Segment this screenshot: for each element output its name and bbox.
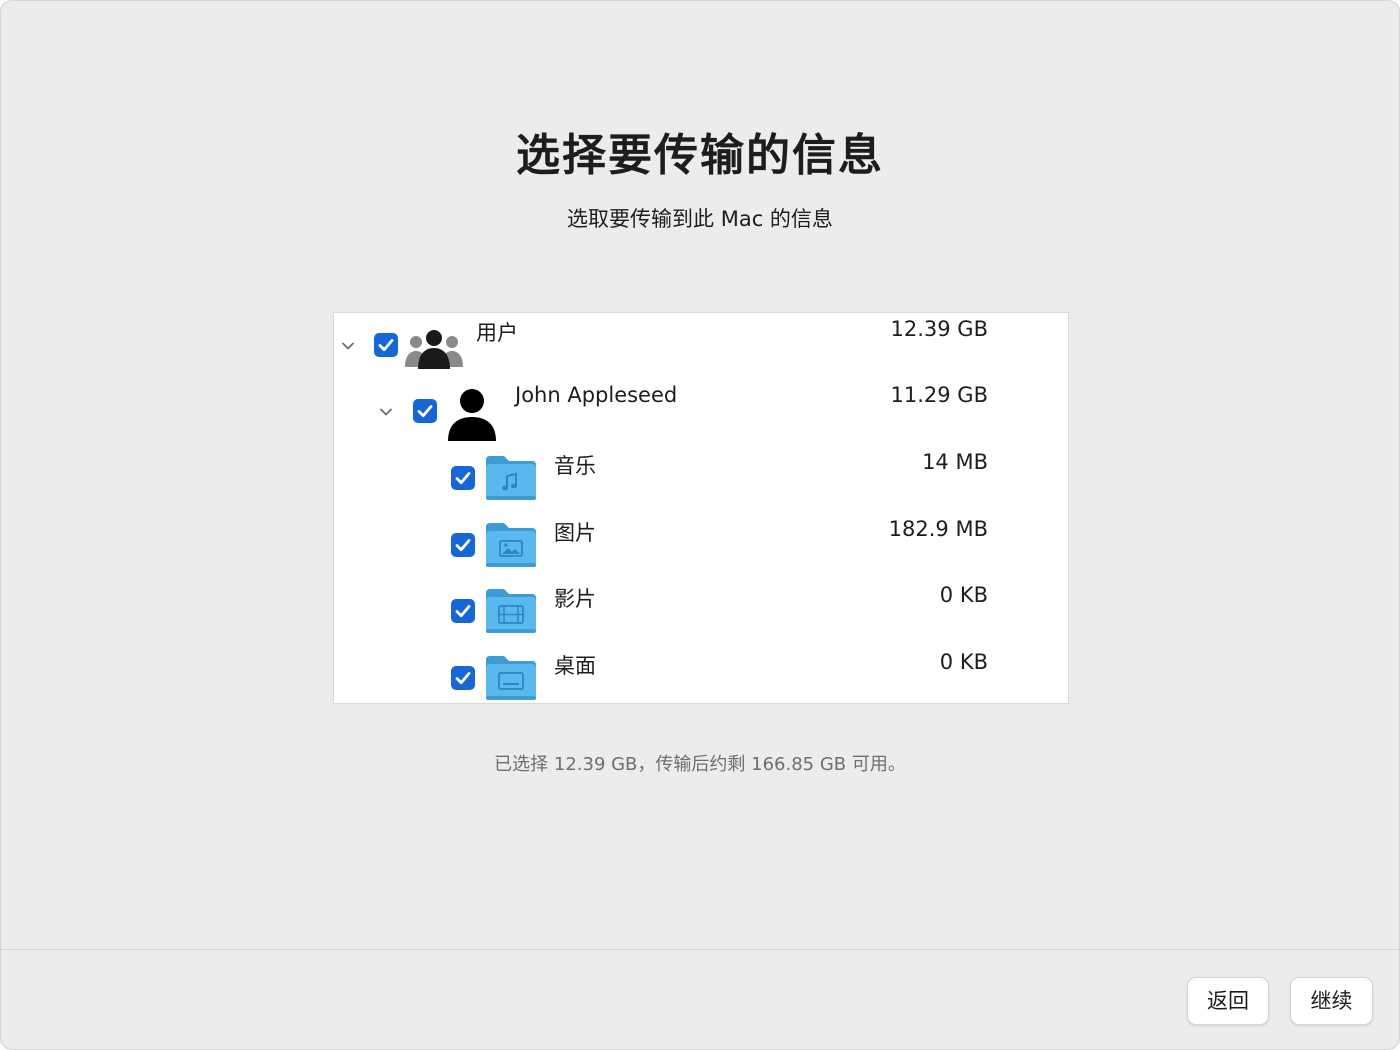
desktop-checkbox[interactable] (451, 666, 475, 690)
user-avatar-icon (446, 387, 498, 445)
tree-row-movies[interactable]: 影片 0 KB (334, 579, 1068, 645)
users-label: 用户 (476, 321, 518, 345)
movies-size: 0 KB (939, 583, 988, 607)
tree-row-desktop[interactable]: 桌面 0 KB (334, 646, 1068, 703)
pictures-checkbox[interactable] (451, 533, 475, 557)
music-label: 音乐 (554, 454, 596, 478)
desktop-size: 0 KB (939, 650, 988, 674)
music-checkbox[interactable] (451, 466, 475, 490)
tree-row-users[interactable]: 用户 12.39 GB (334, 313, 1068, 379)
transfer-item-list: 用户 12.39 GB John Appleseed 11.29 GB 音乐 1… (333, 312, 1069, 704)
page-subtitle: 选取要传输到此 Mac 的信息 (567, 207, 833, 231)
pictures-label: 图片 (554, 521, 596, 545)
tree-row-user[interactable]: John Appleseed 11.29 GB (334, 379, 1068, 445)
back-button[interactable]: 返回 (1187, 977, 1269, 1025)
users-group-icon (404, 327, 464, 375)
chevron-down-icon[interactable] (340, 338, 356, 354)
music-size: 14 MB (922, 450, 988, 474)
user-label: John Appleseed (515, 383, 678, 407)
music-folder-icon (484, 454, 538, 506)
chevron-down-icon[interactable] (378, 404, 394, 420)
tree-row-pictures[interactable]: 图片 182.9 MB (334, 513, 1068, 579)
users-checkbox[interactable] (374, 333, 398, 357)
movies-label: 影片 (554, 587, 596, 611)
user-size: 11.29 GB (890, 383, 988, 407)
users-size: 12.39 GB (890, 317, 988, 341)
user-checkbox[interactable] (413, 399, 437, 423)
footer-divider (1, 949, 1399, 950)
tree-row-music[interactable]: 音乐 14 MB (334, 446, 1068, 512)
pictures-folder-icon (484, 521, 538, 573)
continue-button[interactable]: 继续 (1290, 977, 1373, 1025)
migration-assistant-window: 选择要传输的信息 选取要传输到此 Mac 的信息 用户 12.39 GB Joh… (0, 0, 1400, 1050)
desktop-folder-icon (484, 654, 538, 703)
transfer-summary: 已选择 12.39 GB，传输后约剩 166.85 GB 可用。 (494, 754, 906, 775)
page-title: 选择要传输的信息 (516, 130, 884, 181)
pictures-size: 182.9 MB (888, 517, 988, 541)
desktop-label: 桌面 (554, 654, 596, 678)
movies-checkbox[interactable] (451, 599, 475, 623)
movies-folder-icon (484, 587, 538, 639)
